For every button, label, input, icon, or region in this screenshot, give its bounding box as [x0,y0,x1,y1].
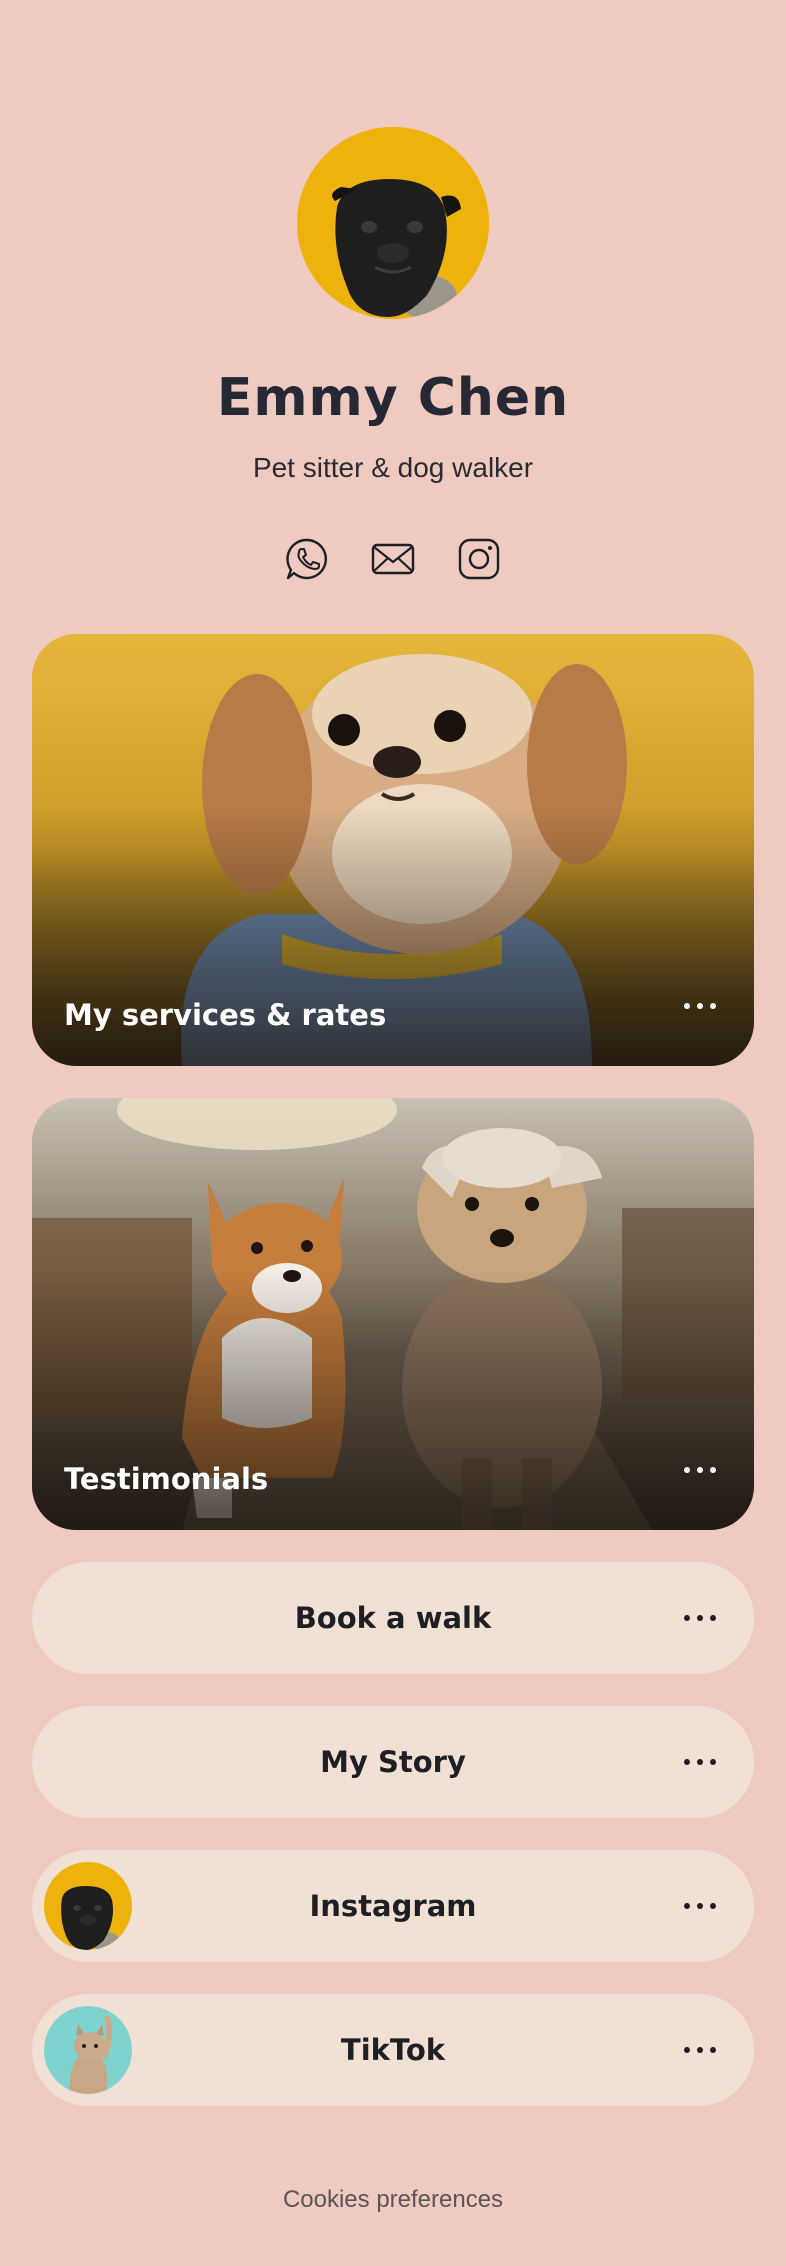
link-label: Book a walk [294,1601,492,1635]
link-instagram[interactable]: Instagram [32,1850,754,1962]
whatsapp-icon[interactable] [284,536,330,582]
card-services[interactable]: My services & rates [32,634,754,1066]
social-icons [0,536,786,582]
instagram-icon[interactable] [456,536,502,582]
pug-photo [297,127,489,319]
link-tiktok[interactable]: TikTok [32,1994,754,2106]
card-testimonials[interactable]: Testimonials [32,1098,754,1530]
profile-name: Emmy Chen [216,368,570,428]
link-label: Instagram [309,1889,477,1923]
profile-avatar [297,127,489,319]
more-options-icon[interactable] [680,1742,720,1782]
more-options-icon[interactable] [680,986,720,1026]
link-label: My Story [320,1745,466,1779]
more-options-icon[interactable] [680,1598,720,1638]
more-options-icon[interactable] [680,2030,720,2070]
card-label: Testimonials [64,1462,269,1496]
more-options-icon[interactable] [680,1886,720,1926]
cookies-preferences-link[interactable]: Cookies preferences [0,2186,786,2214]
more-options-icon[interactable] [680,1450,720,1490]
email-icon[interactable] [370,536,416,582]
link-my-story[interactable]: My Story [32,1706,754,1818]
profile-tagline: Pet sitter & dog walker [252,452,534,483]
link-label: TikTok [340,2033,446,2067]
link-book-a-walk[interactable]: Book a walk [32,1562,754,1674]
card-label: My services & rates [64,998,387,1032]
